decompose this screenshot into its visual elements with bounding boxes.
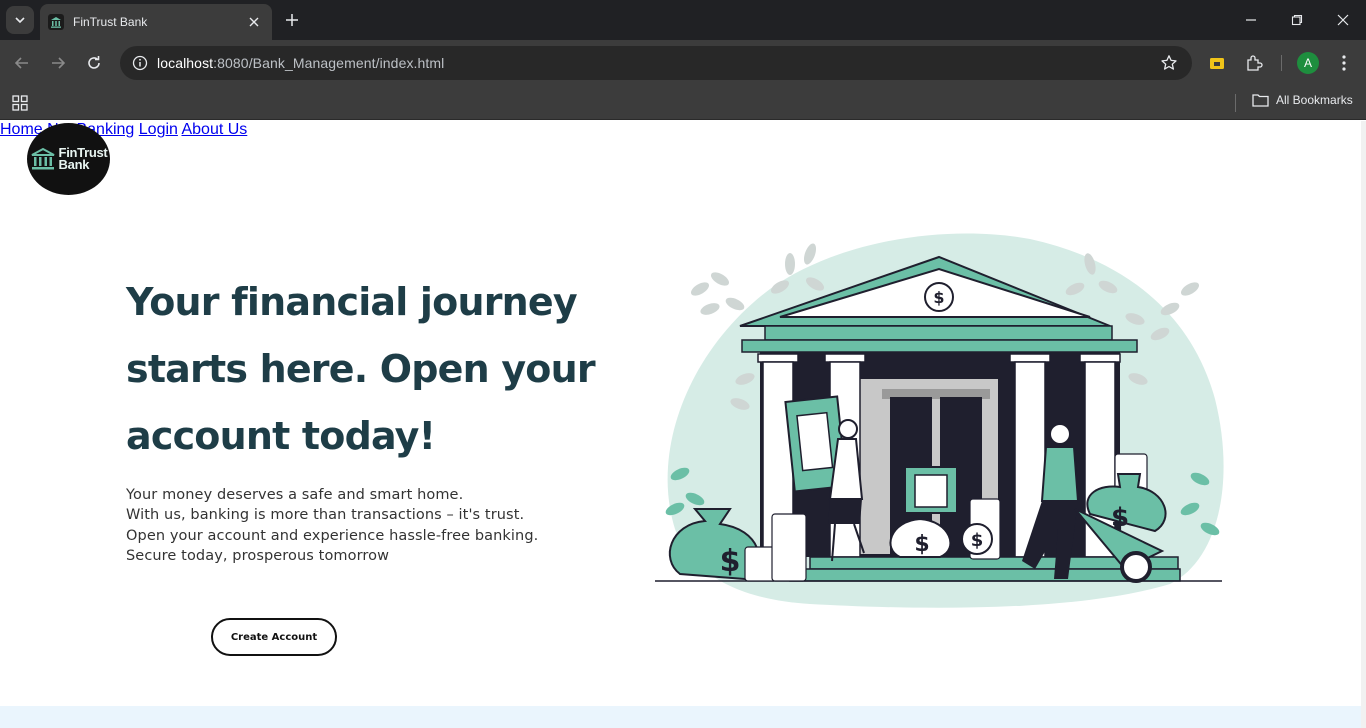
folder-icon: [1252, 94, 1269, 107]
tab-title: FinTrust Bank: [73, 15, 148, 29]
close-window-icon[interactable]: [1320, 0, 1366, 40]
more-menu-icon[interactable]: [1333, 52, 1355, 74]
svg-text:$: $: [914, 532, 929, 557]
nav-about-us-link[interactable]: About Us: [181, 121, 247, 138]
bookmark-star-icon[interactable]: [1160, 54, 1178, 72]
hero-description-line: With us, banking is more than transactio…: [126, 507, 525, 524]
bank-building-illustration: $ $ $ $ $: [655, 233, 1224, 608]
nav-login-link[interactable]: Login: [139, 121, 178, 138]
apps-grid-icon[interactable]: [11, 94, 29, 112]
reload-icon[interactable]: [81, 50, 107, 76]
browser-tab[interactable]: FinTrust Bank: [40, 4, 272, 40]
address-bar[interactable]: localhost:8080/Bank_Management/index.htm…: [120, 46, 1192, 80]
hero-heading: Your financial journey starts here. Open…: [126, 269, 626, 470]
site-logo[interactable]: FinTrust Bank: [27, 123, 110, 195]
svg-text:$: $: [933, 288, 944, 307]
hero-description-line: Your money deserves a safe and smart hom…: [126, 487, 464, 503]
svg-text:$: $: [971, 530, 984, 551]
browser-tabstrip: FinTrust Bank: [0, 0, 1366, 40]
web-page: FinTrust Bank Home Net Banking Login Abo…: [0, 121, 1366, 728]
bank-favicon-icon: [48, 14, 64, 30]
url-text: localhost:8080/Bank_Management/index.htm…: [157, 55, 445, 71]
chevron-down-icon: [15, 17, 25, 24]
back-arrow-icon[interactable]: [9, 50, 35, 76]
next-section-band: [0, 706, 1366, 728]
hero-heading-line: account today!: [126, 414, 436, 458]
all-bookmarks-label: All Bookmarks: [1276, 93, 1353, 107]
hero-heading-line: starts here. Open your: [126, 347, 596, 391]
hero-description-line: Secure today, prosperous tomorrow: [126, 547, 390, 564]
svg-text:$: $: [1111, 503, 1129, 533]
extensions-puzzle-icon[interactable]: [1243, 52, 1265, 74]
minimize-window-icon[interactable]: [1228, 0, 1274, 40]
all-bookmarks-button[interactable]: All Bookmarks: [1252, 93, 1353, 107]
create-account-button[interactable]: Create Account: [211, 618, 337, 656]
new-tab-plus-icon[interactable]: [282, 10, 302, 30]
logo-text-line2: Bank: [58, 157, 90, 172]
hero-description-line: Open your account and experience hassle-…: [126, 527, 539, 544]
bank-logo-icon: [31, 147, 55, 170]
folder-extension-icon[interactable]: [1206, 52, 1228, 74]
profile-avatar[interactable]: A: [1297, 52, 1319, 74]
main-navigation: Home Net Banking Login About Us: [0, 121, 1366, 139]
close-tab-icon[interactable]: [246, 14, 262, 30]
tab-search-button[interactable]: [6, 6, 34, 34]
bookmarks-bar: All Bookmarks: [0, 86, 1366, 120]
site-info-icon[interactable]: [132, 55, 148, 71]
forward-arrow-icon[interactable]: [45, 50, 71, 76]
hero-description: Your money deserves a safe and smart hom…: [126, 485, 538, 566]
page-scrollbar[interactable]: [1361, 121, 1366, 728]
toolbar-separator: [1281, 55, 1282, 71]
svg-text:$: $: [720, 544, 741, 579]
bookmarks-separator: [1235, 94, 1236, 112]
browser-toolbar: localhost:8080/Bank_Management/index.htm…: [0, 40, 1366, 86]
restore-window-icon[interactable]: [1274, 0, 1320, 40]
hero-heading-line: Your financial journey: [126, 280, 578, 324]
